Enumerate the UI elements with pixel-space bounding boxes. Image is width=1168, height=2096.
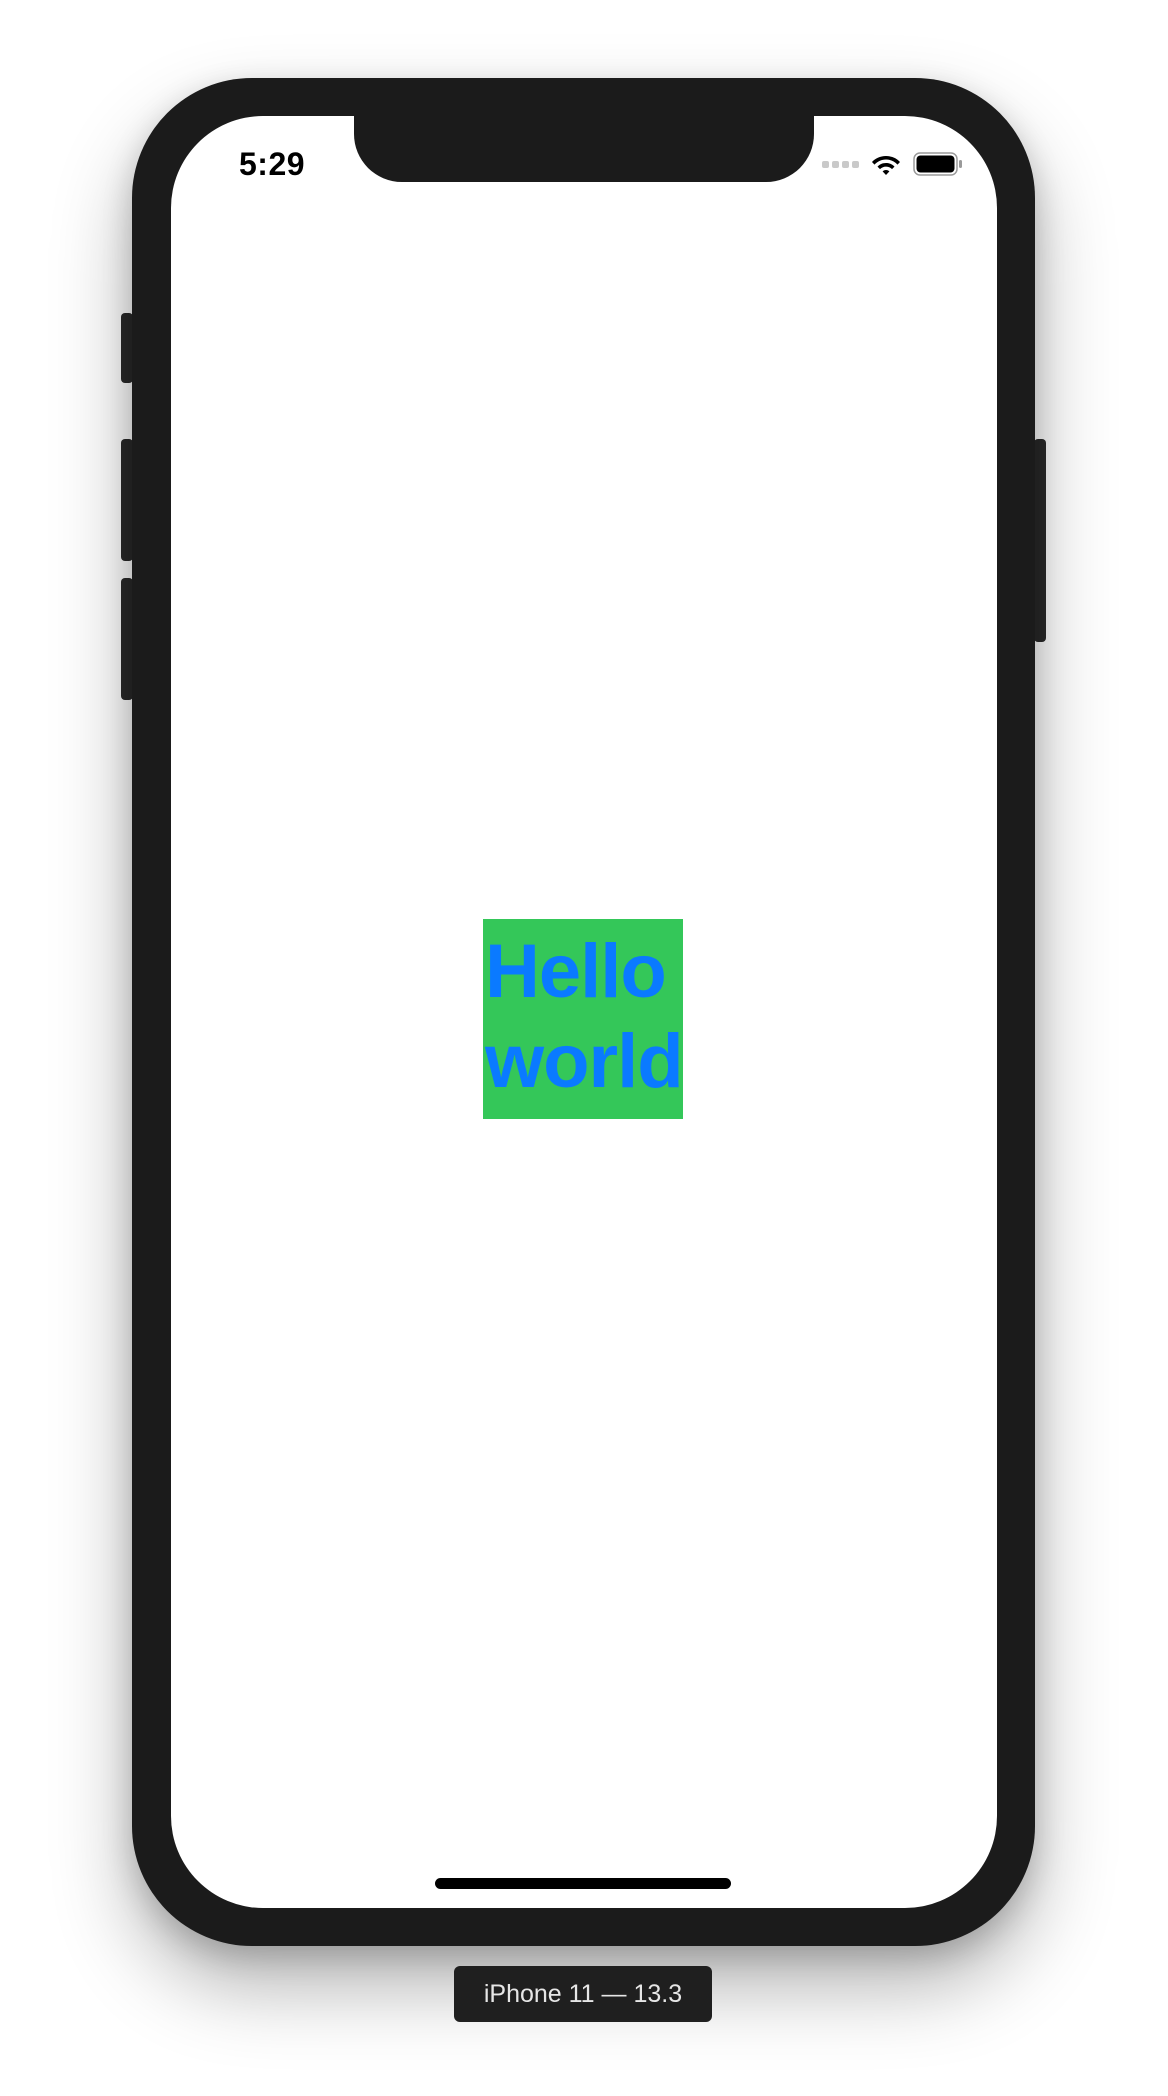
signal-icon (822, 160, 859, 168)
hello-label-container: Hello world (483, 919, 683, 1119)
hello-world-label: Hello world (485, 929, 683, 1104)
power-button[interactable] (1034, 439, 1046, 642)
notch (354, 116, 814, 182)
device-screen[interactable]: 5:29 Hello world (171, 116, 997, 1908)
status-icons (822, 152, 963, 176)
device-name-label: iPhone 11 — 13.3 (454, 1966, 712, 2022)
simulator-window: 5:29 Hello world iPhone 11 — 13.3 (0, 0, 1168, 2096)
battery-icon (913, 152, 963, 176)
home-indicator[interactable] (435, 1878, 731, 1889)
wifi-icon (871, 152, 901, 176)
status-time: 5:29 (239, 146, 306, 182)
